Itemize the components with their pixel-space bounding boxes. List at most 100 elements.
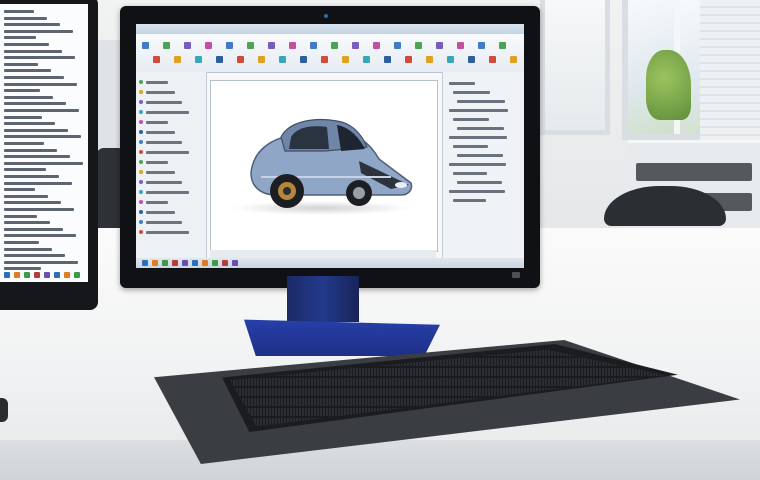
- document-text-line: [4, 161, 83, 165]
- os-taskbar: [136, 258, 524, 268]
- tree-node-line: [146, 91, 175, 94]
- document-text-line: [4, 155, 70, 159]
- taskbar-app-icon: [54, 272, 60, 278]
- taskbar-app-icon: [172, 260, 178, 266]
- document-text-line: [4, 29, 73, 33]
- document-text-line: [4, 122, 55, 126]
- document-text-line: [4, 168, 46, 172]
- taskbar-app-icon: [24, 272, 30, 278]
- car-3d-model: [250, 118, 413, 208]
- 3d-viewport: [210, 80, 438, 252]
- document-text-line: [4, 221, 50, 225]
- taskbar-app-icon: [34, 272, 40, 278]
- main-monitor-screen: [136, 24, 524, 268]
- tree-node-line: [146, 211, 175, 214]
- ribbon-tool-icon: [499, 42, 506, 49]
- taskbar-app-icon: [14, 272, 20, 278]
- document-text-line: [4, 254, 65, 258]
- document-text-line: [4, 241, 39, 244]
- ribbon-tool-icon: [215, 56, 223, 63]
- ribbon-tool-icon: [226, 42, 233, 49]
- ribbon-tool-icon: [163, 42, 170, 49]
- document-text-line: [4, 36, 36, 40]
- ribbon-tool-icon: [205, 42, 212, 49]
- taskbar-app-icon: [202, 260, 208, 266]
- ribbon-tool-icon: [446, 56, 454, 63]
- power-button: [512, 272, 520, 278]
- document-text-line: [4, 181, 72, 185]
- property-line: [457, 127, 504, 130]
- property-line: [453, 118, 489, 121]
- tree-node-line: [146, 191, 189, 194]
- ribbon-tool-icon: [341, 56, 349, 63]
- document-text-line: [4, 62, 38, 66]
- tree-node-icon: [139, 130, 143, 134]
- tree-node-icon: [139, 200, 143, 204]
- ribbon-tool-icon: [436, 42, 443, 49]
- ribbon-tool-icon: [383, 56, 391, 63]
- document-text-line: [4, 43, 49, 46]
- document-text-line: [4, 227, 63, 231]
- tree-node-icon: [139, 190, 143, 194]
- taskbar-app-icon: [232, 260, 238, 266]
- document-text-line: [4, 49, 62, 53]
- office-scene: [0, 0, 760, 480]
- feature-tree-panel: [136, 72, 207, 258]
- taskbar-app-icon: [192, 260, 198, 266]
- ribbon-tool-icon: [478, 42, 485, 49]
- ribbon-tool-icon: [404, 56, 412, 63]
- property-line: [449, 136, 507, 139]
- document-text-line: [4, 260, 78, 264]
- tree-node-line: [146, 101, 182, 104]
- taskbar-app-icon: [152, 260, 158, 266]
- tree-node-icon: [139, 100, 143, 104]
- property-line: [453, 172, 487, 175]
- app-ribbon-toolbar: [136, 34, 524, 73]
- document-text-line: [4, 89, 40, 93]
- document-text-line: [4, 135, 81, 139]
- taskbar-app-icon: [64, 272, 70, 278]
- ribbon-tool-icon: [509, 56, 517, 63]
- document-text-line: [4, 148, 57, 152]
- property-line: [449, 82, 475, 85]
- viewport-tabs: [210, 250, 436, 258]
- document-text-line: [4, 109, 79, 112]
- tree-node-line: [146, 131, 175, 134]
- ribbon-tool-icon: [278, 56, 286, 63]
- tree-node-line: [146, 151, 189, 154]
- property-line: [457, 100, 505, 103]
- properties-panel: [442, 72, 524, 258]
- taskbar-app-icon: [212, 260, 218, 266]
- ribbon-tool-icon: [310, 42, 317, 49]
- secondary-monitor: [0, 0, 98, 310]
- taskbar-app-icon: [142, 260, 148, 266]
- property-line: [457, 181, 502, 184]
- property-line: [449, 163, 506, 166]
- ribbon-tool-icon: [236, 56, 244, 63]
- tree-node-icon: [139, 220, 143, 224]
- property-line: [449, 109, 508, 112]
- tree-node-line: [146, 161, 168, 164]
- property-line: [453, 91, 490, 94]
- tree-node-icon: [139, 120, 143, 124]
- document-text-line: [4, 115, 42, 119]
- ribbon-tool-icon: [457, 42, 464, 49]
- document-text-line: [4, 175, 59, 178]
- ribbon-tool-icon: [173, 56, 181, 63]
- tree-node-icon: [139, 170, 143, 174]
- mouse-edge: [0, 398, 8, 422]
- tree-node-line: [146, 201, 168, 204]
- tree-node-line: [146, 181, 182, 184]
- taskbar-app-icon: [44, 272, 50, 278]
- ribbon-tool-icon: [331, 42, 338, 49]
- document-text-line: [4, 76, 64, 79]
- property-line: [449, 190, 505, 193]
- tree-node-icon: [139, 210, 143, 214]
- document-text-line: [4, 128, 68, 132]
- document-text-line: [4, 10, 34, 13]
- document-text-line: [4, 234, 76, 238]
- ribbon-tool-icon: [352, 42, 359, 49]
- tree-node-icon: [139, 180, 143, 184]
- tree-node-line: [146, 141, 182, 144]
- monitor-stand-neck: [287, 276, 359, 322]
